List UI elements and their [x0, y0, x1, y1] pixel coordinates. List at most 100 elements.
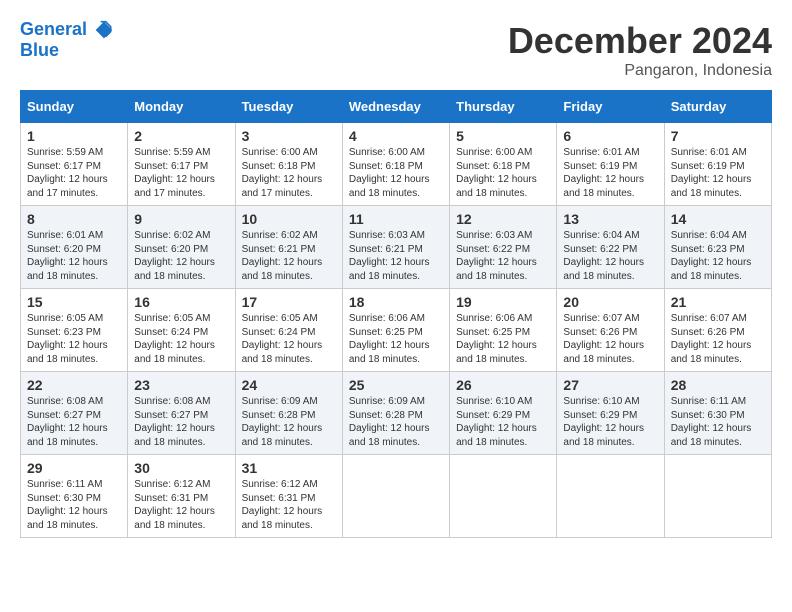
- calendar-cell: 17 Sunrise: 6:05 AMSunset: 6:24 PMDaylig…: [235, 289, 342, 372]
- day-number: 1: [27, 128, 121, 144]
- day-number: 16: [134, 294, 228, 310]
- day-number: 10: [242, 211, 336, 227]
- calendar-cell: 28 Sunrise: 6:11 AMSunset: 6:30 PMDaylig…: [664, 372, 771, 455]
- day-number: 24: [242, 377, 336, 393]
- day-number: 22: [27, 377, 121, 393]
- calendar-cell: 7 Sunrise: 6:01 AMSunset: 6:19 PMDayligh…: [664, 123, 771, 206]
- calendar-cell: 29 Sunrise: 6:11 AMSunset: 6:30 PMDaylig…: [21, 455, 128, 538]
- calendar-cell: 12 Sunrise: 6:03 AMSunset: 6:22 PMDaylig…: [450, 206, 557, 289]
- calendar-cell: 15 Sunrise: 6:05 AMSunset: 6:23 PMDaylig…: [21, 289, 128, 372]
- calendar-table: SundayMondayTuesdayWednesdayThursdayFrid…: [20, 90, 772, 538]
- day-detail: Sunrise: 6:10 AMSunset: 6:29 PMDaylight:…: [563, 396, 644, 448]
- day-number: 9: [134, 211, 228, 227]
- day-number: 13: [563, 211, 657, 227]
- calendar-cell: 3 Sunrise: 6:00 AMSunset: 6:18 PMDayligh…: [235, 123, 342, 206]
- day-detail: Sunrise: 6:12 AMSunset: 6:31 PMDaylight:…: [134, 479, 215, 531]
- calendar-week-1: 1 Sunrise: 5:59 AMSunset: 6:17 PMDayligh…: [21, 123, 772, 206]
- calendar-cell: 1 Sunrise: 5:59 AMSunset: 6:17 PMDayligh…: [21, 123, 128, 206]
- day-detail: Sunrise: 6:05 AMSunset: 6:24 PMDaylight:…: [242, 313, 323, 365]
- day-detail: Sunrise: 6:03 AMSunset: 6:22 PMDaylight:…: [456, 230, 537, 282]
- calendar-cell: [450, 455, 557, 538]
- calendar-cell: 10 Sunrise: 6:02 AMSunset: 6:21 PMDaylig…: [235, 206, 342, 289]
- calendar-cell: 23 Sunrise: 6:08 AMSunset: 6:27 PMDaylig…: [128, 372, 235, 455]
- day-detail: Sunrise: 6:05 AMSunset: 6:23 PMDaylight:…: [27, 313, 108, 365]
- calendar-header-row: SundayMondayTuesdayWednesdayThursdayFrid…: [21, 91, 772, 123]
- day-number: 18: [349, 294, 443, 310]
- day-detail: Sunrise: 6:09 AMSunset: 6:28 PMDaylight:…: [242, 396, 323, 448]
- day-detail: Sunrise: 6:07 AMSunset: 6:26 PMDaylight:…: [671, 313, 752, 365]
- header-tuesday: Tuesday: [235, 91, 342, 123]
- day-detail: Sunrise: 6:02 AMSunset: 6:20 PMDaylight:…: [134, 230, 215, 282]
- day-number: 7: [671, 128, 765, 144]
- calendar-cell: 11 Sunrise: 6:03 AMSunset: 6:21 PMDaylig…: [342, 206, 449, 289]
- day-detail: Sunrise: 5:59 AMSunset: 6:17 PMDaylight:…: [134, 147, 215, 199]
- calendar-cell: 24 Sunrise: 6:09 AMSunset: 6:28 PMDaylig…: [235, 372, 342, 455]
- day-number: 31: [242, 460, 336, 476]
- calendar-cell: 8 Sunrise: 6:01 AMSunset: 6:20 PMDayligh…: [21, 206, 128, 289]
- calendar-cell: 14 Sunrise: 6:04 AMSunset: 6:23 PMDaylig…: [664, 206, 771, 289]
- header-thursday: Thursday: [450, 91, 557, 123]
- day-number: 23: [134, 377, 228, 393]
- day-detail: Sunrise: 6:08 AMSunset: 6:27 PMDaylight:…: [27, 396, 108, 448]
- page-subtitle: Pangaron, Indonesia: [508, 62, 772, 80]
- day-number: 15: [27, 294, 121, 310]
- calendar-cell: 27 Sunrise: 6:10 AMSunset: 6:29 PMDaylig…: [557, 372, 664, 455]
- header-saturday: Saturday: [664, 91, 771, 123]
- day-detail: Sunrise: 6:02 AMSunset: 6:21 PMDaylight:…: [242, 230, 323, 282]
- calendar-cell: 2 Sunrise: 5:59 AMSunset: 6:17 PMDayligh…: [128, 123, 235, 206]
- day-detail: Sunrise: 6:04 AMSunset: 6:22 PMDaylight:…: [563, 230, 644, 282]
- day-number: 30: [134, 460, 228, 476]
- day-number: 19: [456, 294, 550, 310]
- day-detail: Sunrise: 6:06 AMSunset: 6:25 PMDaylight:…: [456, 313, 537, 365]
- calendar-cell: 6 Sunrise: 6:01 AMSunset: 6:19 PMDayligh…: [557, 123, 664, 206]
- header-wednesday: Wednesday: [342, 91, 449, 123]
- day-detail: Sunrise: 6:09 AMSunset: 6:28 PMDaylight:…: [349, 396, 430, 448]
- calendar-cell: [557, 455, 664, 538]
- day-number: 6: [563, 128, 657, 144]
- calendar-week-4: 22 Sunrise: 6:08 AMSunset: 6:27 PMDaylig…: [21, 372, 772, 455]
- day-number: 29: [27, 460, 121, 476]
- day-number: 26: [456, 377, 550, 393]
- day-number: 4: [349, 128, 443, 144]
- calendar-week-2: 8 Sunrise: 6:01 AMSunset: 6:20 PMDayligh…: [21, 206, 772, 289]
- day-number: 8: [27, 211, 121, 227]
- logo: General Blue: [20, 20, 114, 61]
- page-header: General Blue December 2024 Pangaron, Ind…: [20, 20, 772, 80]
- day-number: 20: [563, 294, 657, 310]
- calendar-week-5: 29 Sunrise: 6:11 AMSunset: 6:30 PMDaylig…: [21, 455, 772, 538]
- calendar-cell: 31 Sunrise: 6:12 AMSunset: 6:31 PMDaylig…: [235, 455, 342, 538]
- day-detail: Sunrise: 6:00 AMSunset: 6:18 PMDaylight:…: [242, 147, 323, 199]
- day-detail: Sunrise: 6:04 AMSunset: 6:23 PMDaylight:…: [671, 230, 752, 282]
- calendar-cell: 30 Sunrise: 6:12 AMSunset: 6:31 PMDaylig…: [128, 455, 235, 538]
- calendar-cell: 22 Sunrise: 6:08 AMSunset: 6:27 PMDaylig…: [21, 372, 128, 455]
- day-number: 11: [349, 211, 443, 227]
- day-number: 12: [456, 211, 550, 227]
- calendar-cell: [342, 455, 449, 538]
- day-detail: Sunrise: 6:03 AMSunset: 6:21 PMDaylight:…: [349, 230, 430, 282]
- calendar-cell: 20 Sunrise: 6:07 AMSunset: 6:26 PMDaylig…: [557, 289, 664, 372]
- day-number: 21: [671, 294, 765, 310]
- calendar-cell: 16 Sunrise: 6:05 AMSunset: 6:24 PMDaylig…: [128, 289, 235, 372]
- day-number: 25: [349, 377, 443, 393]
- day-number: 17: [242, 294, 336, 310]
- title-block: December 2024 Pangaron, Indonesia: [508, 20, 772, 80]
- logo-text: General: [20, 20, 114, 40]
- day-detail: Sunrise: 6:05 AMSunset: 6:24 PMDaylight:…: [134, 313, 215, 365]
- day-detail: Sunrise: 6:00 AMSunset: 6:18 PMDaylight:…: [349, 147, 430, 199]
- calendar-cell: 4 Sunrise: 6:00 AMSunset: 6:18 PMDayligh…: [342, 123, 449, 206]
- day-detail: Sunrise: 6:01 AMSunset: 6:19 PMDaylight:…: [671, 147, 752, 199]
- day-detail: Sunrise: 5:59 AMSunset: 6:17 PMDaylight:…: [27, 147, 108, 199]
- calendar-cell: 5 Sunrise: 6:00 AMSunset: 6:18 PMDayligh…: [450, 123, 557, 206]
- day-detail: Sunrise: 6:12 AMSunset: 6:31 PMDaylight:…: [242, 479, 323, 531]
- calendar-cell: 19 Sunrise: 6:06 AMSunset: 6:25 PMDaylig…: [450, 289, 557, 372]
- day-number: 14: [671, 211, 765, 227]
- calendar-cell: 18 Sunrise: 6:06 AMSunset: 6:25 PMDaylig…: [342, 289, 449, 372]
- calendar-cell: 13 Sunrise: 6:04 AMSunset: 6:22 PMDaylig…: [557, 206, 664, 289]
- day-detail: Sunrise: 6:00 AMSunset: 6:18 PMDaylight:…: [456, 147, 537, 199]
- calendar-week-3: 15 Sunrise: 6:05 AMSunset: 6:23 PMDaylig…: [21, 289, 772, 372]
- calendar-cell: [664, 455, 771, 538]
- header-monday: Monday: [128, 91, 235, 123]
- day-number: 5: [456, 128, 550, 144]
- day-detail: Sunrise: 6:11 AMSunset: 6:30 PMDaylight:…: [671, 396, 752, 448]
- day-number: 28: [671, 377, 765, 393]
